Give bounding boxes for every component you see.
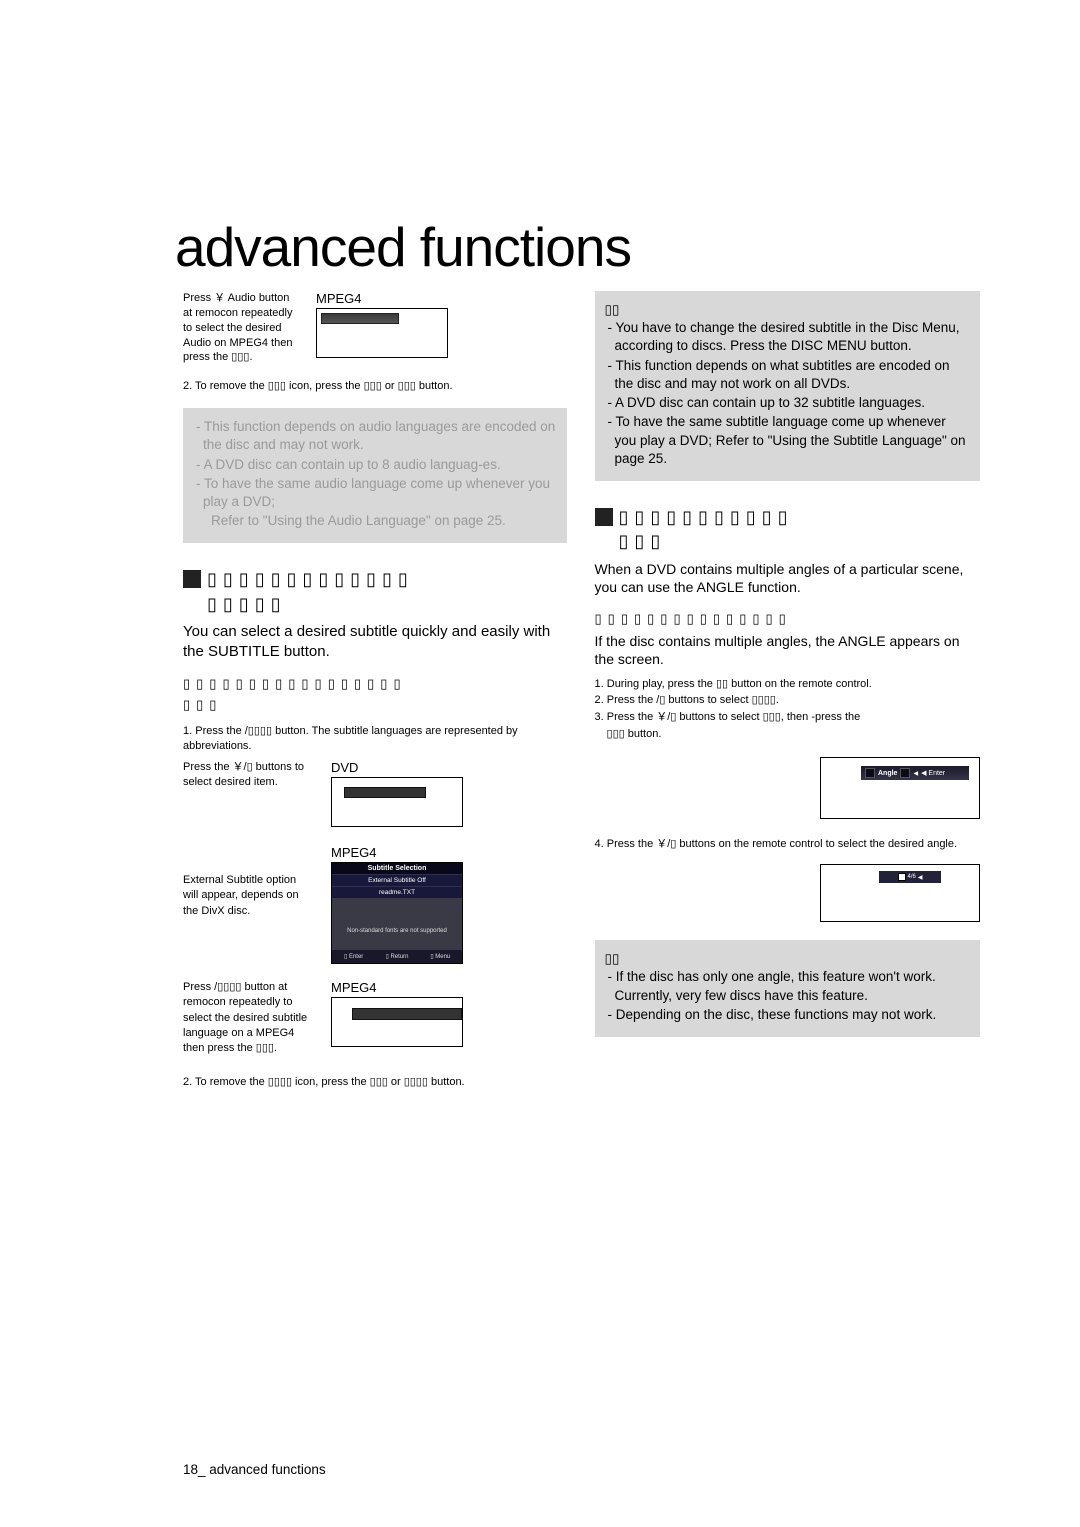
- osd-btn-return: ▯ Return: [375, 950, 418, 963]
- subtitle-step1a: 1. Press the /▯▯▯▯ button. The subtitle …: [183, 724, 567, 754]
- subtitle-divx-row: External Subtitle option will appear, de…: [183, 845, 567, 964]
- angle-head-l1: ▯▯▯▯▯▯▯▯▯▯▯: [619, 507, 794, 527]
- note1-l2: - This function depends on what subtitle…: [605, 357, 970, 393]
- angle-value-figure: 4/6 ◀: [820, 864, 980, 922]
- sub-using-l1: ▯▯▯▯▯▯▯▯▯▯▯▯▯▯▯▯▯: [183, 676, 407, 691]
- audio-note-2: - A DVD disc can contain up to 8 audio l…: [193, 456, 557, 474]
- osd-buttons: ▯ Enter ▯ Return ▯ Menu: [332, 950, 462, 963]
- osd-warning: Non-standard fonts are not supported: [332, 924, 462, 938]
- note1-head: ▯▯: [605, 301, 970, 319]
- dvd-label: DVD: [331, 760, 567, 775]
- subtitle-step1b: Press the ￥/▯ buttons to select desired …: [183, 760, 313, 791]
- divx-side-text: External Subtitle option will appear, de…: [183, 845, 313, 919]
- osd-opt-2: readme.TXT: [332, 886, 462, 898]
- subtitle-lead: You can select a desired subtitle quickl…: [183, 622, 567, 663]
- angle-head-l2: ▯▯▯: [619, 531, 667, 551]
- audio-mpeg4-side-text: Press ￥ Audio button at remocon repeated…: [183, 291, 298, 365]
- left-column: Press ￥ Audio button at remocon repeated…: [183, 291, 567, 1090]
- angle-step-4: 4. Press the ￥/▯ buttons on the remote c…: [595, 837, 980, 852]
- subtitle-section-heading: ▯▯▯▯▯▯▯▯▯▯▯▯▯ ▯▯▯▯▯: [183, 567, 567, 616]
- subtitle-remove-step: 2. To remove the ▯▯▯▯ icon, press the ▯▯…: [183, 1075, 567, 1090]
- subtitle-using-subhead: ▯▯▯▯▯▯▯▯▯▯▯▯▯▯▯▯▯ ▯▯▯: [183, 674, 567, 716]
- osd-opt-1: External Subtitle Off: [332, 874, 462, 886]
- page-title: advanced functions: [175, 215, 980, 279]
- audio-note-box: - This function depends on audio languag…: [183, 408, 567, 543]
- angle-osd-strip: Angle ◀ ◀ Enter: [861, 766, 969, 780]
- note1-l1: - You have to change the desired subtitl…: [605, 319, 970, 355]
- shortcut-icon: [865, 768, 875, 778]
- mpeg4-screenshot-2: [331, 997, 463, 1047]
- mpeg4-label: MPEG4: [316, 291, 567, 306]
- audio-note-3: - To have the same audio language come u…: [193, 475, 557, 511]
- note2-l2: - Depending on the disc, these functions…: [605, 1006, 970, 1024]
- mpeg4-osd-label: MPEG4: [331, 845, 567, 860]
- angle-condition: If the disc contains multiple angles, th…: [595, 632, 980, 668]
- section-square-icon: [595, 508, 613, 526]
- angle-figure-1-wrap: Angle ◀ ◀ Enter: [595, 757, 980, 819]
- angle-value-strip: 4/6 ◀: [879, 871, 941, 883]
- angle-lead: When a DVD contains multiple angles of a…: [595, 560, 980, 598]
- mpeg4-label-2: MPEG4: [331, 980, 567, 995]
- osd-title: Subtitle Selection: [332, 863, 462, 874]
- angle-small-icon: [898, 873, 906, 881]
- two-columns: Press ￥ Audio button at remocon repeated…: [183, 291, 980, 1090]
- audio-remove-step: 2. To remove the ▯▯▯ icon, press the ▯▯▯…: [183, 379, 567, 394]
- note1-l4: - To have the same subtitle language com…: [605, 413, 970, 468]
- angle-step-1: 1. During play, press the ▯▯ button on t…: [595, 677, 980, 693]
- dvd-figure: DVD: [331, 760, 567, 827]
- angle-word: Angle: [878, 770, 897, 777]
- subtitle-head-l1: ▯▯▯▯▯▯▯▯▯▯▯▯▯: [207, 569, 414, 589]
- subtitle-head-l2: ▯▯▯▯▯: [207, 594, 287, 614]
- mpeg4-osd-figure: MPEG4 Subtitle Selection External Subtit…: [331, 845, 567, 964]
- dvd-screenshot: [331, 777, 463, 827]
- angle-step-2: 2. Press the /▯ buttons to select ▯▯▯▯.: [595, 693, 980, 709]
- angle-icon: [900, 768, 910, 778]
- note1-l3: - A DVD disc can contain up to 32 subtit…: [605, 394, 970, 412]
- angle-step-3a: 3. Press the ￥/▯ buttons to select ▯▯▯, …: [595, 710, 980, 726]
- note2-head: ▯▯: [605, 950, 970, 968]
- subtitle-note-box: ▯▯ - You have to change the desired subt…: [595, 291, 980, 481]
- subtitle-heading-glyphs: ▯▯▯▯▯▯▯▯▯▯▯▯▯ ▯▯▯▯▯: [207, 567, 414, 616]
- subtitle-mpeg4-row: Press /▯▯▯▯ button at remocon repeatedly…: [183, 980, 567, 1057]
- angle-osd-figure: Angle ◀ ◀ Enter: [820, 757, 980, 819]
- page-footer: 18_ advanced functions: [183, 1462, 326, 1477]
- angle-step-3b: ▯▯▯ button.: [595, 727, 980, 743]
- osd-btn-enter: ▯ Enter: [332, 950, 375, 963]
- angle-section-heading: ▯▯▯▯▯▯▯▯▯▯▯ ▯▯▯: [595, 505, 980, 554]
- angle-steps: 1. During play, press the ▯▯ button on t…: [595, 677, 980, 744]
- mpeg4-figure-2: MPEG4: [331, 980, 567, 1047]
- audio-note-4: Refer to "Using the Audio Language" on p…: [193, 512, 557, 530]
- note2-l1: - If the disc has only one angle, this f…: [605, 968, 970, 1004]
- sub-using-l2: ▯▯▯: [183, 697, 222, 712]
- mpeg4-screenshot: [316, 308, 448, 358]
- subtitle-dvd-row: Press the ￥/▯ buttons to select desired …: [183, 760, 567, 827]
- subtitle-selection-osd: Subtitle Selection External Subtitle Off…: [331, 862, 463, 964]
- angle-using-subhead: ▯▯▯▯▯▯▯▯▯▯▯▯▯▯▯: [595, 609, 980, 630]
- section-square-icon: [183, 570, 201, 588]
- osd-btn-menu: ▯ Menu: [419, 950, 462, 963]
- angle-heading-glyphs: ▯▯▯▯▯▯▯▯▯▯▯ ▯▯▯: [619, 505, 794, 554]
- angle-figure-2-wrap: 4/6 ◀: [595, 864, 980, 922]
- right-column: ▯▯ - You have to change the desired subt…: [595, 291, 980, 1090]
- audio-note-1: - This function depends on audio languag…: [193, 418, 557, 454]
- page: advanced functions Press ￥ Audio button …: [0, 0, 1080, 1150]
- subtitle-mpeg4-side: Press /▯▯▯▯ button at remocon repeatedly…: [183, 980, 313, 1057]
- angle-note-box: ▯▯ - If the disc has only one angle, thi…: [595, 940, 980, 1037]
- audio-mpeg4-row: Press ￥ Audio button at remocon repeated…: [183, 291, 567, 365]
- enter-label: ◀ Enter: [921, 769, 945, 777]
- audio-mpeg4-figure: MPEG4: [316, 291, 567, 358]
